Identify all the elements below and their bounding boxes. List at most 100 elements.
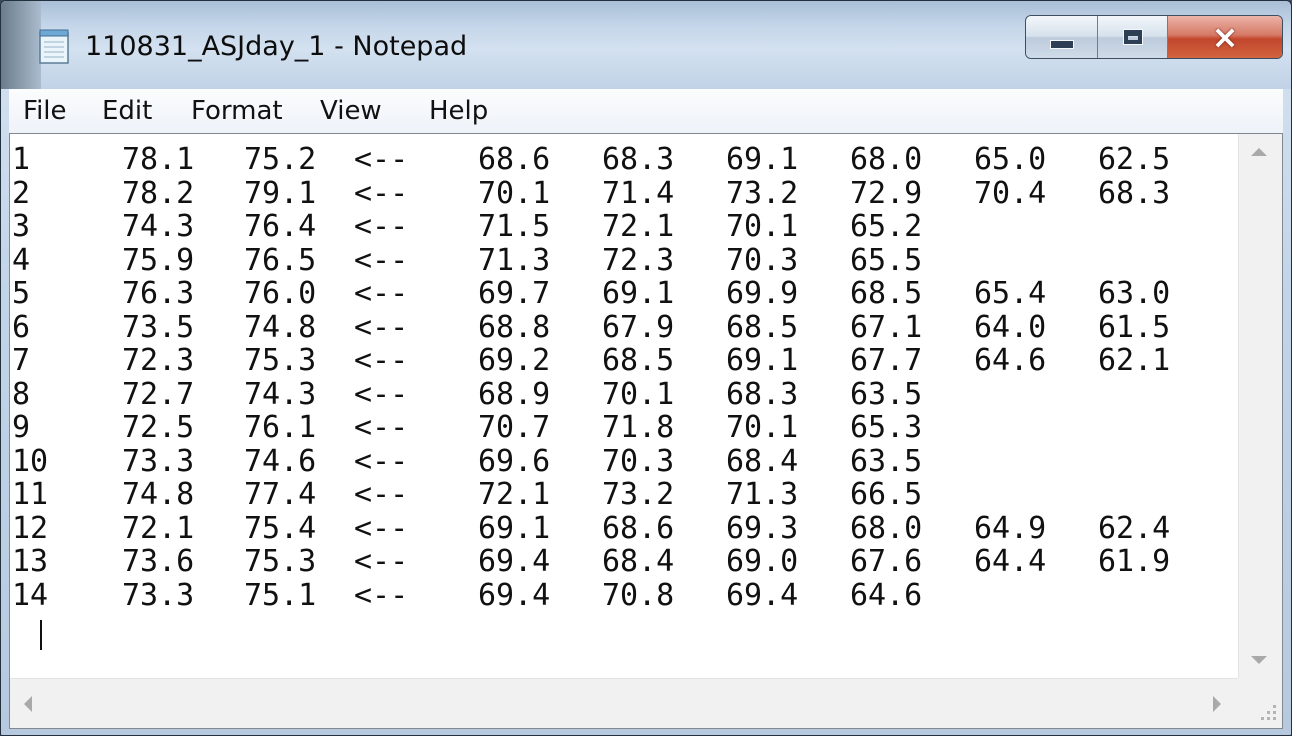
- value-6: 72.9: [850, 175, 923, 211]
- value-6: 67.7: [850, 343, 923, 378]
- value-2: 76.5: [244, 242, 317, 278]
- value-5: 69.4: [726, 577, 799, 613]
- maximize-button[interactable]: [1098, 16, 1168, 58]
- line-number: 12: [12, 510, 49, 546]
- resize-grip-icon[interactable]: [1238, 678, 1282, 728]
- line-number: 8: [12, 376, 31, 412]
- value-4: 70.1: [602, 376, 675, 412]
- value-1: 73.3: [122, 577, 195, 613]
- value-2: 74.3: [244, 376, 317, 412]
- line-number: 7: [12, 343, 31, 378]
- menu-edit[interactable]: Edit: [102, 89, 152, 133]
- text-line: 10 73.3 74.6 <-- 69.6 70.3 68.4 63.5: [10, 443, 1239, 479]
- value-8: 63.0: [1098, 276, 1171, 311]
- horizontal-scrollbar[interactable]: [10, 678, 1239, 728]
- value-8: 62.5: [1098, 142, 1171, 177]
- line-number: 11: [12, 477, 49, 512]
- value-6: 65.3: [850, 410, 923, 445]
- vertical-scrollbar[interactable]: [1238, 134, 1282, 678]
- maximize-icon: [1122, 29, 1143, 45]
- text-line: 1 78.1 75.2 <-- 68.6 68.3 69.1 68.0 65.0 62.5: [10, 142, 1239, 177]
- value-7: 64.6: [974, 343, 1047, 378]
- title-bar[interactable]: 110831_ASJday_1 - Notepad ×: [1, 1, 1291, 89]
- value-1: 72.7: [122, 376, 195, 412]
- value-3: 71.5: [478, 209, 551, 244]
- text-line: 4 75.9 76.5 <-- 71.3 72.3 70.3 65.5: [10, 242, 1239, 278]
- line-number: 3: [12, 209, 31, 244]
- value-8: 61.9: [1098, 544, 1171, 579]
- arrow-marker: <--: [354, 510, 409, 546]
- arrow-marker: <--: [354, 142, 409, 177]
- value-6: 65.5: [850, 242, 923, 278]
- arrow-marker: <--: [354, 343, 409, 378]
- arrow-marker: <--: [354, 175, 409, 211]
- scroll-up-icon[interactable]: [1251, 148, 1267, 156]
- text-line: 7 72.3 75.3 <-- 69.2 68.5 69.1 67.7 64.6 62.1: [10, 343, 1239, 378]
- line-number: 5: [12, 276, 31, 311]
- value-6: 68.5: [850, 276, 923, 311]
- value-3: 69.7: [478, 276, 551, 311]
- menu-file[interactable]: File: [23, 89, 67, 133]
- menu-format[interactable]: Format: [191, 89, 283, 133]
- value-3: 68.9: [478, 376, 551, 412]
- menu-help[interactable]: Help: [429, 89, 488, 133]
- notepad-window: 110831_ASJday_1 - Notepad × File Edit Fo…: [0, 0, 1292, 736]
- close-button[interactable]: ×: [1168, 16, 1282, 58]
- value-5: 70.1: [726, 410, 799, 445]
- arrow-marker: <--: [354, 477, 409, 512]
- value-5: 70.1: [726, 209, 799, 244]
- value-1: 74.8: [122, 477, 195, 512]
- value-5: 68.5: [726, 309, 799, 345]
- line-number: 14: [12, 577, 49, 613]
- value-2: 75.1: [244, 577, 317, 613]
- window-title: 110831_ASJday_1 - Notepad: [85, 31, 468, 62]
- value-3: 69.4: [478, 577, 551, 613]
- value-5: 68.3: [726, 376, 799, 412]
- text-line: 3 74.3 76.4 <-- 71.5 72.1 70.1 65.2: [10, 209, 1239, 244]
- notepad-icon[interactable]: [37, 27, 73, 65]
- value-4: 72.3: [602, 242, 675, 278]
- text-line: 2 78.2 79.1 <-- 70.1 71.4 73.2 72.9 70.4 68.3: [10, 175, 1239, 211]
- value-5: 71.3: [726, 477, 799, 512]
- arrow-marker: <--: [354, 376, 409, 412]
- minimize-button[interactable]: [1026, 16, 1098, 58]
- value-4: 69.1: [602, 276, 675, 311]
- window-frame-edge: [1, 1, 41, 89]
- line-number: 4: [12, 242, 31, 278]
- menu-view[interactable]: View: [320, 89, 382, 133]
- value-2: 75.4: [244, 510, 317, 546]
- editor[interactable]: 1 78.1 75.2 <-- 68.6 68.3 69.1 68.0 65.0 62.5 2 78.…: [9, 133, 1283, 729]
- value-1: 72.5: [122, 410, 195, 445]
- scroll-right-icon[interactable]: [1213, 696, 1221, 712]
- value-8: 62.1: [1098, 343, 1171, 378]
- line-number: 1: [12, 142, 31, 177]
- value-8: 61.5: [1098, 309, 1171, 345]
- value-2: 74.8: [244, 309, 317, 345]
- value-5: 69.3: [726, 510, 799, 546]
- text-line: 12 72.1 75.4 <-- 69.1 68.6 69.3 68.0 64.9 62.4: [10, 510, 1239, 546]
- value-5: 68.4: [726, 443, 799, 479]
- scroll-down-icon[interactable]: [1251, 656, 1267, 664]
- value-3: 70.7: [478, 410, 551, 445]
- text-area[interactable]: 1 78.1 75.2 <-- 68.6 68.3 69.1 68.0 65.0 62.5 2 78.…: [10, 134, 1239, 678]
- value-2: 77.4: [244, 477, 317, 512]
- value-1: 72.1: [122, 510, 195, 546]
- value-4: 68.5: [602, 343, 675, 378]
- value-4: 68.3: [602, 142, 675, 177]
- value-3: 69.6: [478, 443, 551, 479]
- value-7: 65.0: [974, 142, 1047, 177]
- value-1: 74.3: [122, 209, 195, 244]
- value-2: 75.3: [244, 343, 317, 378]
- value-5: 69.1: [726, 343, 799, 378]
- value-1: 73.6: [122, 544, 195, 579]
- value-1: 76.3: [122, 276, 195, 311]
- text-line: 5 76.3 76.0 <-- 69.7 69.1 69.9 68.5 65.4 63.0: [10, 276, 1239, 311]
- value-3: 72.1: [478, 477, 551, 512]
- value-4: 70.3: [602, 443, 675, 479]
- value-1: 73.5: [122, 309, 195, 345]
- value-5: 69.1: [726, 142, 799, 177]
- value-4: 71.4: [602, 175, 675, 211]
- scroll-left-icon[interactable]: [24, 696, 32, 712]
- value-8: 68.3: [1098, 175, 1171, 211]
- value-3: 69.4: [478, 544, 551, 579]
